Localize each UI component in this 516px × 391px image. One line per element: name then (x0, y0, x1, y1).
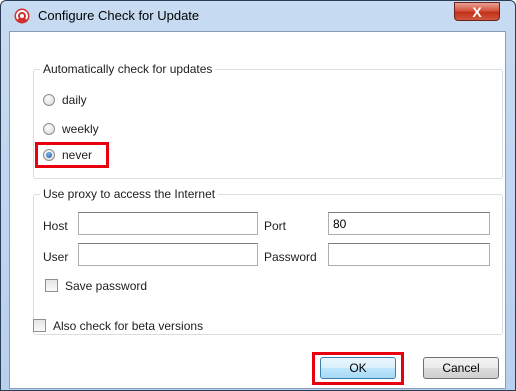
radio-weekly[interactable]: weekly (43, 121, 123, 139)
save-password-checkbox[interactable] (45, 279, 58, 292)
radio-daily[interactable]: daily (43, 92, 123, 110)
proxy-group-title: Use proxy to access the Internet (40, 187, 219, 201)
radio-daily-label: daily (62, 93, 87, 107)
host-label: Host (43, 219, 68, 233)
dialog-body: Automatically check for updates daily we… (9, 31, 506, 389)
save-password-label: Save password (65, 279, 148, 293)
beta-label: Also check for beta versions (53, 319, 204, 333)
user-input[interactable] (78, 243, 258, 266)
radio-never-button[interactable] (43, 149, 55, 161)
radio-never-label: never (62, 148, 93, 162)
password-input[interactable] (328, 243, 490, 266)
port-label: Port (264, 219, 287, 233)
radio-never[interactable]: never (43, 147, 103, 165)
radio-daily-button[interactable] (43, 94, 55, 106)
user-label: User (43, 250, 69, 264)
password-label: Password (264, 250, 317, 264)
close-button[interactable]: X (454, 2, 500, 21)
dialog-window: Configure Check for Update X Automatical… (0, 0, 516, 391)
radio-weekly-button[interactable] (43, 123, 55, 135)
title-bar[interactable]: Configure Check for Update X (1, 1, 515, 31)
save-password-checkbox-row[interactable]: Save password (45, 279, 185, 295)
window-title: Configure Check for Update (38, 8, 200, 23)
port-input[interactable] (328, 212, 490, 235)
auto-update-group-title: Automatically check for updates (40, 62, 216, 76)
cancel-button[interactable]: Cancel (423, 357, 499, 379)
radio-weekly-label: weekly (62, 122, 99, 136)
ok-button[interactable]: OK (320, 357, 396, 379)
app-logo-icon (14, 8, 30, 24)
beta-checkbox[interactable] (33, 319, 46, 332)
host-input[interactable] (78, 212, 258, 235)
beta-checkbox-row[interactable]: Also check for beta versions (33, 319, 253, 335)
